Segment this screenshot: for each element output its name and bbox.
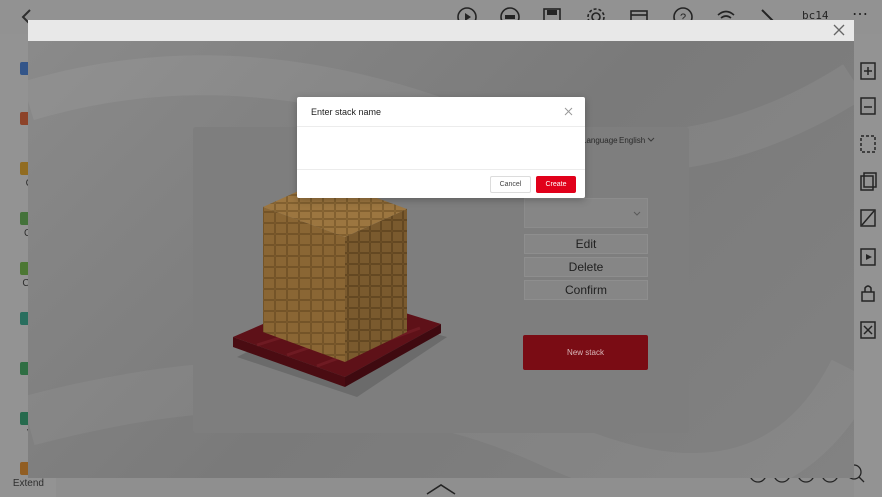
confirm-button[interactable]: Confirm	[524, 280, 648, 300]
edit-button[interactable]: Edit	[524, 234, 648, 254]
language-select[interactable]: English	[619, 136, 645, 145]
chevron-down-icon	[633, 211, 641, 216]
stack-select[interactable]	[524, 198, 648, 228]
new-stack-button[interactable]: New stack	[523, 335, 648, 370]
pallet-stack-illustration	[233, 187, 447, 397]
chevron-down-icon[interactable]	[647, 137, 655, 143]
panel-header	[28, 20, 854, 41]
divider	[297, 169, 585, 170]
close-icon[interactable]	[832, 23, 846, 37]
stack-panel-window: Language English Edit Delete Confirm New…	[28, 20, 854, 478]
enter-stack-name-dialog: Enter stack name Cancel Create	[297, 97, 585, 198]
close-icon[interactable]	[564, 107, 573, 116]
stack-name-input[interactable]	[297, 127, 585, 169]
delete-button[interactable]: Delete	[524, 257, 648, 277]
language-label: Language	[582, 136, 618, 145]
dialog-title: Enter stack name	[311, 107, 382, 117]
cancel-button[interactable]: Cancel	[490, 176, 531, 193]
create-button[interactable]: Create	[536, 176, 576, 193]
